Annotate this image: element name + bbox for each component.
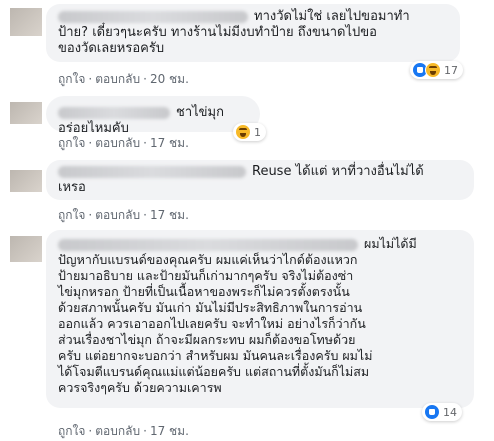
reply-button[interactable]: ตอบกลับ (95, 208, 140, 222)
like-button[interactable]: ถูกใจ (58, 424, 85, 438)
reply-button[interactable]: ตอบกลับ (95, 136, 140, 150)
separator: · (143, 208, 147, 222)
separator: · (88, 424, 93, 438)
timestamp[interactable]: 17 ชม. (150, 424, 189, 438)
commenter-name-redacted[interactable] (58, 11, 248, 23)
reaction-count: 14 (443, 405, 457, 419)
commenter-name-redacted[interactable] (58, 238, 358, 251)
comment-bubble: Reuse ได้แต่ หาที่วางอื่นไม่ได้ เหรอ (46, 160, 474, 200)
separator: · (88, 136, 93, 150)
comment-actions: ถูกใจ · ตอบกลับ · 17 ชม. (58, 134, 189, 153)
reply-button[interactable]: ตอบกลับ (95, 72, 140, 86)
reaction-summary[interactable]: 14 (422, 403, 462, 421)
comment-bubble: ผมไม่ได้มี ปัญหากับแบรนด์ของคุณครับ ผมแค… (46, 230, 474, 408)
avatar[interactable] (10, 8, 42, 36)
separator: · (143, 72, 147, 86)
timestamp[interactable]: 17 ชม. (150, 208, 189, 222)
haha-icon (425, 62, 441, 78)
reaction-count: 1 (254, 125, 261, 139)
reaction-summary[interactable]: 1 (233, 123, 266, 141)
avatar[interactable] (10, 170, 42, 192)
comment-bubble: ชาไข่มุกอร่อยไหมคับ (46, 96, 260, 136)
comment-text: ผมไม่ได้มี ปัญหากับแบรนด์ของคุณครับ ผมแค… (58, 236, 417, 395)
separator: · (143, 136, 147, 150)
avatar[interactable] (10, 236, 42, 262)
like-icon (424, 404, 440, 420)
like-button[interactable]: ถูกใจ (58, 136, 85, 150)
timestamp[interactable]: 20 ชม. (150, 72, 189, 86)
separator: · (88, 72, 93, 86)
timestamp[interactable]: 17 ชม. (150, 136, 189, 150)
reply-button[interactable]: ตอบกลับ (95, 424, 140, 438)
haha-icon (235, 124, 251, 140)
comment-actions: ถูกใจ · ตอบกลับ · 17 ชม. (58, 422, 189, 441)
separator: · (88, 208, 93, 222)
comment-bubble: ทางวัดไม่ใช่ เลยไปขอมาทำ ป้าย? เดี๋ยวๆนะ… (46, 4, 460, 62)
comment-actions: ถูกใจ · ตอบกลับ · 17 ชม. (58, 206, 189, 225)
like-button[interactable]: ถูกใจ (58, 72, 85, 86)
like-button[interactable]: ถูกใจ (58, 208, 85, 222)
avatar[interactable] (10, 102, 42, 124)
commenter-name-redacted[interactable] (58, 106, 170, 119)
separator: · (143, 424, 147, 438)
reaction-summary[interactable]: 17 (410, 61, 463, 79)
comment-actions: ถูกใจ · ตอบกลับ · 20 ชม. (58, 70, 189, 89)
commenter-name-redacted[interactable] (58, 165, 246, 178)
reaction-count: 17 (444, 63, 458, 77)
